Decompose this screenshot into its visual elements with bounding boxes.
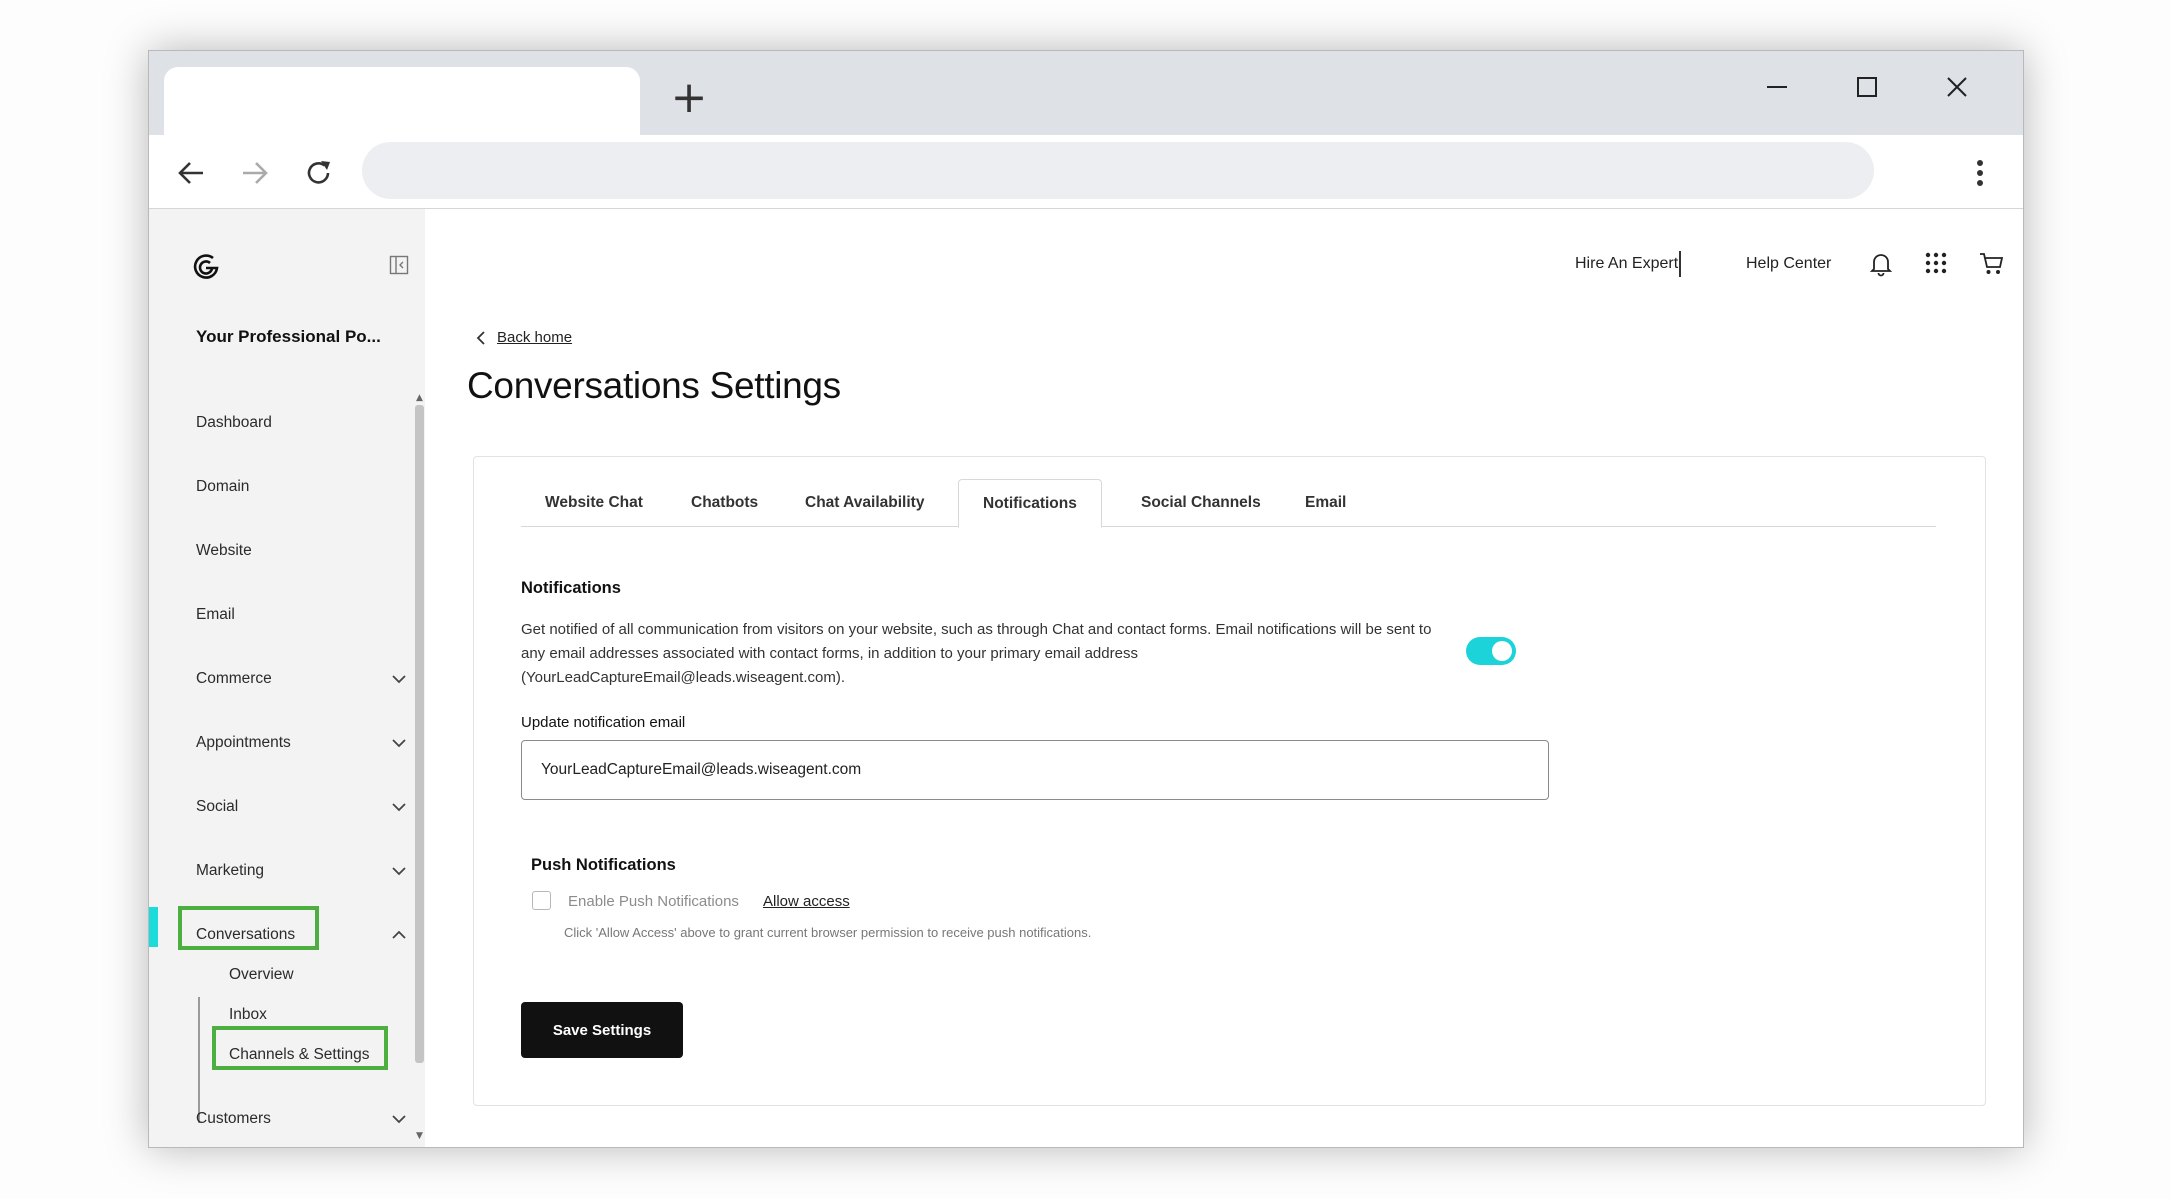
- header-divider: [1679, 251, 1681, 277]
- tab-social-channels[interactable]: Social Channels: [1117, 479, 1285, 527]
- apps-grid-icon: [1925, 252, 1947, 274]
- address-bar[interactable]: [362, 142, 1874, 199]
- chevron-left-icon[interactable]: [475, 330, 487, 346]
- maximize-button[interactable]: [1837, 61, 1897, 113]
- sidebar-item-website[interactable]: Website: [196, 542, 252, 560]
- scroll-down-arrow[interactable]: ▼: [416, 1131, 423, 1141]
- notification-email-input[interactable]: [521, 740, 1549, 800]
- sidebar-item-social[interactable]: Social: [196, 798, 238, 816]
- sidebar-item-commerce[interactable]: Commerce: [196, 670, 272, 688]
- more-vertical-icon: [1977, 160, 1983, 186]
- subnav-item-channels-settings[interactable]: Channels & Settings: [229, 1046, 369, 1064]
- forward-button[interactable]: [231, 149, 279, 197]
- business-name[interactable]: Your Professional Po...: [196, 327, 381, 347]
- sidebar-item-domain[interactable]: Domain: [196, 478, 249, 496]
- sidebar-item-appointments[interactable]: Appointments: [196, 734, 291, 752]
- brand-logo[interactable]: [191, 251, 221, 286]
- tab-email[interactable]: Email: [1281, 479, 1370, 527]
- apps-button[interactable]: [1924, 251, 1948, 280]
- bell-icon: [1869, 254, 1893, 277]
- tab-website-chat[interactable]: Website Chat: [521, 479, 667, 527]
- scroll-up-arrow[interactable]: ▲: [416, 393, 423, 403]
- chevron-down-icon[interactable]: [391, 735, 407, 751]
- arrow-left-icon: [178, 162, 203, 184]
- browser-window: + Your Professional Po... Dashboard Doma…: [148, 50, 2024, 1148]
- notifications-description: Get notified of all communication from v…: [521, 621, 1432, 686]
- browser-titlebar: +: [149, 51, 2023, 135]
- sidebar-collapse-icon: [389, 255, 409, 275]
- help-center-link[interactable]: Help Center: [1746, 255, 1831, 273]
- subnav-line: [198, 997, 200, 1123]
- close-window-button[interactable]: [1927, 61, 1987, 113]
- save-settings-button[interactable]: Save Settings: [521, 1002, 683, 1058]
- minimize-icon: [1767, 86, 1787, 88]
- browser-tab[interactable]: [164, 67, 640, 135]
- logo-icon: [193, 254, 219, 279]
- sidebar-item-customers[interactable]: Customers: [196, 1110, 271, 1128]
- enable-push-label: Enable Push Notifications: [568, 893, 739, 910]
- chevron-down-icon[interactable]: [391, 863, 407, 879]
- page-title: Conversations Settings: [467, 365, 841, 406]
- subnav-item-overview[interactable]: Overview: [229, 966, 294, 984]
- notifications-toggle[interactable]: [1466, 637, 1516, 665]
- minimize-button[interactable]: [1747, 61, 1807, 113]
- cart-icon: [1980, 253, 2004, 274]
- chevron-down-icon[interactable]: [391, 671, 407, 687]
- push-hint-text: Click 'Allow Access' above to grant curr…: [564, 925, 1092, 940]
- active-indicator: [149, 907, 158, 947]
- cart-button[interactable]: [1979, 251, 2005, 282]
- chevron-down-icon[interactable]: [391, 799, 407, 815]
- notification-email-label: Update notification email: [521, 714, 686, 731]
- new-tab-button[interactable]: +: [664, 73, 714, 123]
- sidebar-item-dashboard[interactable]: Dashboard: [196, 414, 272, 432]
- sidebar-item-email[interactable]: Email: [196, 606, 235, 624]
- maximize-icon: [1857, 77, 1877, 97]
- close-icon: [1947, 77, 1967, 97]
- chevron-down-icon[interactable]: [391, 1111, 407, 1127]
- notifications-heading: Notifications: [521, 579, 621, 597]
- settings-tabs: Website Chat Chatbots Chat Availability …: [521, 479, 1936, 528]
- notifications-button[interactable]: [1869, 251, 1893, 282]
- toggle-knob: [1492, 641, 1512, 661]
- browser-menu-button[interactable]: [1965, 153, 1995, 193]
- sidebar-item-marketing[interactable]: Marketing: [196, 862, 264, 880]
- sidebar-item-conversations[interactable]: Conversations: [196, 926, 295, 944]
- reload-button[interactable]: [295, 149, 343, 197]
- browser-toolbar: [149, 135, 2023, 209]
- subnav-item-inbox[interactable]: Inbox: [229, 1006, 267, 1024]
- chevron-up-icon[interactable]: [391, 927, 407, 943]
- reload-icon: [307, 161, 330, 184]
- allow-access-link[interactable]: Allow access: [763, 893, 850, 910]
- push-notifications-heading: Push Notifications: [531, 856, 676, 874]
- sidebar: Your Professional Po... Dashboard Domain…: [149, 209, 425, 1147]
- sidebar-scrollbar[interactable]: [415, 405, 424, 1063]
- enable-push-checkbox[interactable]: [532, 891, 551, 910]
- back-button[interactable]: [167, 149, 215, 197]
- screenshot-stage: + Your Professional Po... Dashboard Doma…: [0, 0, 2170, 1199]
- tab-chat-availability[interactable]: Chat Availability: [781, 479, 948, 527]
- tab-chatbots[interactable]: Chatbots: [667, 479, 782, 527]
- tab-notifications[interactable]: Notifications: [958, 479, 1102, 528]
- arrow-right-icon: [243, 162, 268, 184]
- collapse-sidebar-button[interactable]: [389, 255, 409, 280]
- back-home-link[interactable]: Back home: [497, 329, 572, 346]
- hire-expert-link[interactable]: Hire An Expert: [1575, 255, 1678, 273]
